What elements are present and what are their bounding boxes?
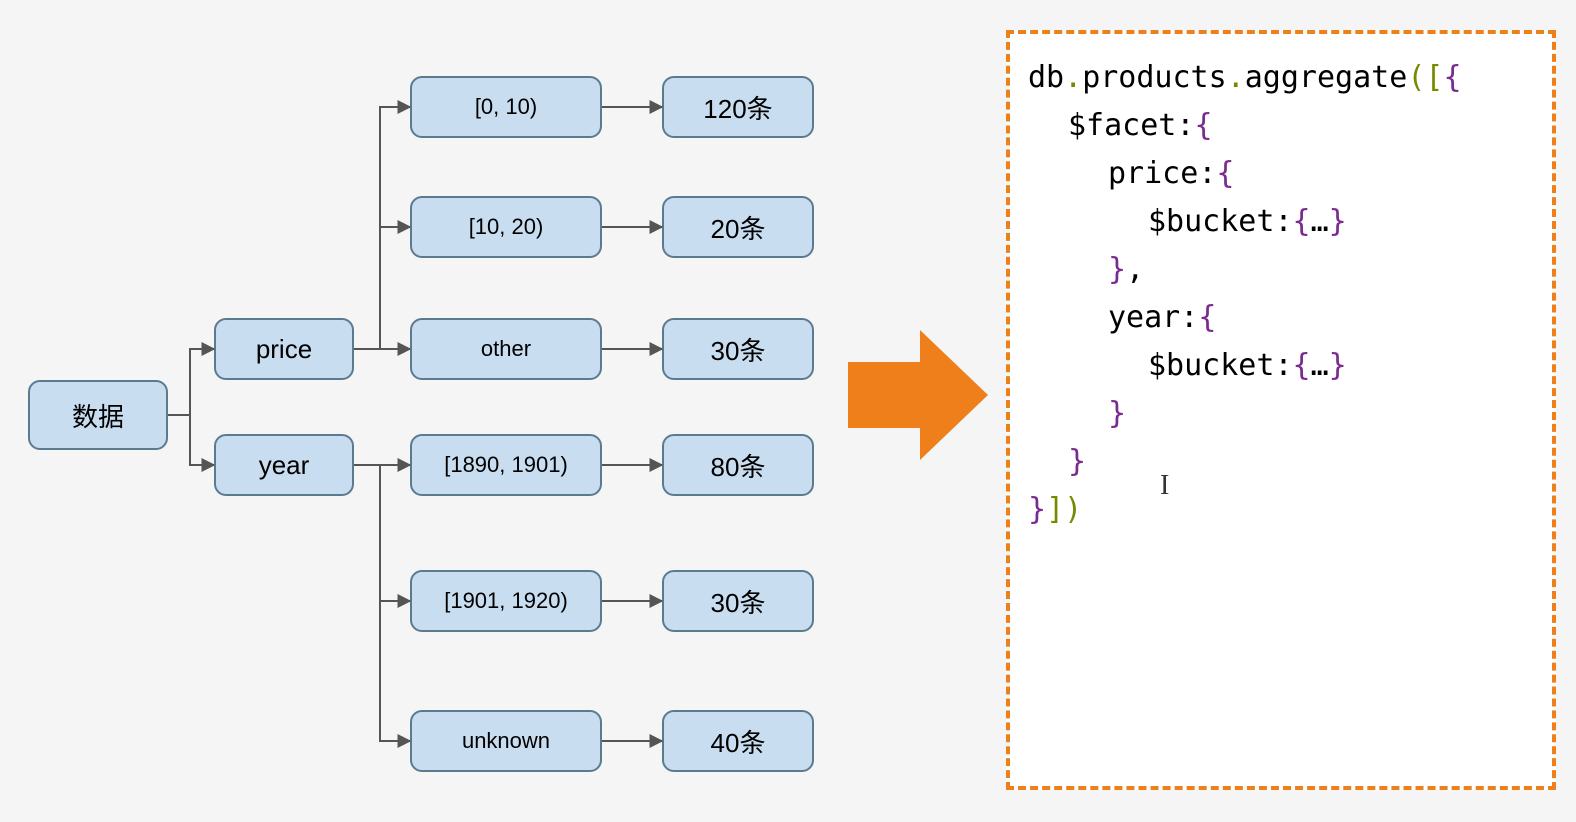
bucket-range: unknown — [462, 728, 550, 754]
code-panel: db.products.aggregate([{ $facet:{ price:… — [1006, 30, 1556, 790]
code-token: $bucket — [1148, 204, 1274, 239]
code-token: $bucket — [1148, 348, 1274, 383]
code-token: aggregate — [1245, 60, 1408, 95]
code-line: } — [1028, 390, 1534, 438]
node-year-bucket-2: unknown — [410, 710, 602, 772]
node-price-bucket-2: other — [410, 318, 602, 380]
bucket-range: [1890, 1901) — [444, 452, 568, 478]
arrow-icon — [848, 330, 988, 460]
code-token: $facet — [1068, 108, 1176, 143]
node-year-bucket-1: [1901, 1920) — [410, 570, 602, 632]
bucket-range: [10, 20) — [469, 214, 544, 240]
node-price: price — [214, 318, 354, 380]
bucket-count: 40条 — [711, 723, 766, 760]
node-price-bucket-0: [0, 10) — [410, 76, 602, 138]
code-token: products — [1082, 60, 1227, 95]
node-year-count-1: 30条 — [662, 570, 814, 632]
code-line: }]) — [1028, 486, 1534, 534]
node-root-label: 数据 — [72, 397, 124, 434]
bucket-count: 30条 — [711, 331, 766, 368]
diagram-canvas: 数据 price year [0, 10) [10, 20) other [18… — [0, 0, 1576, 822]
code-line: db.products.aggregate([{ — [1028, 54, 1534, 102]
text-cursor-icon: I — [1160, 470, 1169, 502]
code-line: $bucket:{…} — [1028, 342, 1534, 390]
bucket-range: other — [481, 336, 531, 362]
bucket-range: [1901, 1920) — [444, 588, 568, 614]
bucket-range: [0, 10) — [475, 94, 537, 120]
code-line: $bucket:{…} — [1028, 198, 1534, 246]
node-year-label: year — [259, 450, 310, 481]
code-token: … — [1311, 348, 1329, 383]
code-token: year — [1108, 300, 1180, 335]
node-price-count-1: 20条 — [662, 196, 814, 258]
node-price-count-0: 120条 — [662, 76, 814, 138]
node-root: 数据 — [28, 380, 168, 450]
node-price-count-2: 30条 — [662, 318, 814, 380]
bucket-count: 120条 — [703, 89, 772, 126]
code-line: }, — [1028, 246, 1534, 294]
node-price-bucket-1: [10, 20) — [410, 196, 602, 258]
code-line: year:{ — [1028, 294, 1534, 342]
code-token: db — [1028, 60, 1064, 95]
code-line: } — [1028, 438, 1534, 486]
bucket-count: 80条 — [711, 447, 766, 484]
node-price-label: price — [256, 334, 312, 365]
node-year-count-0: 80条 — [662, 434, 814, 496]
code-line: $facet:{ — [1028, 102, 1534, 150]
code-line: price:{ — [1028, 150, 1534, 198]
code-token: price — [1108, 156, 1198, 191]
code-token: … — [1311, 204, 1329, 239]
node-year-count-2: 40条 — [662, 710, 814, 772]
node-year-bucket-0: [1890, 1901) — [410, 434, 602, 496]
bucket-count: 20条 — [711, 209, 766, 246]
node-year: year — [214, 434, 354, 496]
bucket-count: 30条 — [711, 583, 766, 620]
